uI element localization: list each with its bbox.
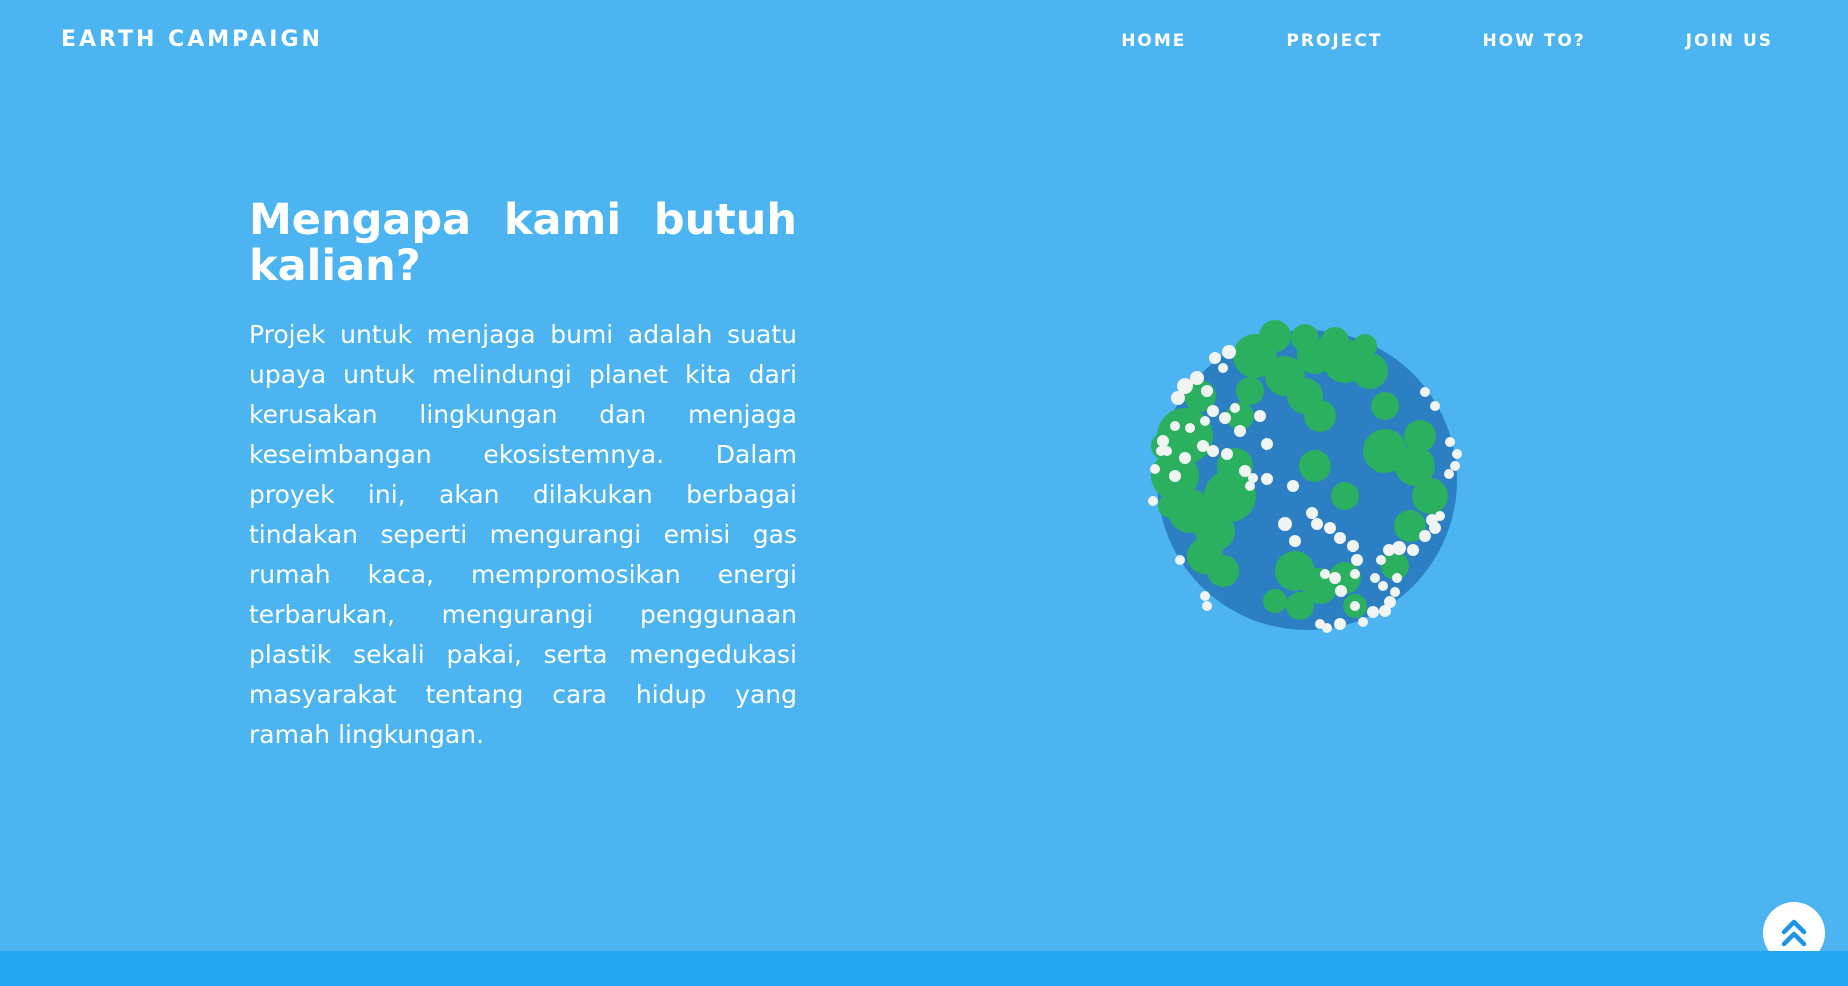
- section-paragraph: Projek untuk menjaga bumi adalah suatu u…: [249, 320, 797, 749]
- nav-project[interactable]: PROJECT: [1286, 31, 1382, 51]
- why-section: Mengapa kami butuh kalian? Projek untuk …: [249, 197, 797, 755]
- globe-illustration: [1148, 320, 1462, 633]
- section-heading: Mengapa kami butuh kalian?: [249, 195, 797, 291]
- main-nav: HOME PROJECT HOW TO? JOIN US: [1121, 31, 1773, 51]
- brand-logo[interactable]: EARTH CAMPAIGN: [61, 27, 323, 52]
- double-chevron-up-icon: [1781, 919, 1807, 947]
- nav-join-us[interactable]: JOIN US: [1686, 31, 1773, 51]
- site-header: EARTH CAMPAIGN HOME PROJECT HOW TO? JOIN…: [0, 0, 1848, 84]
- footer-strip: [0, 951, 1848, 986]
- nav-home[interactable]: HOME: [1121, 31, 1186, 51]
- nav-how-to[interactable]: HOW TO?: [1482, 31, 1585, 51]
- page: EARTH CAMPAIGN HOME PROJECT HOW TO? JOIN…: [0, 0, 1848, 986]
